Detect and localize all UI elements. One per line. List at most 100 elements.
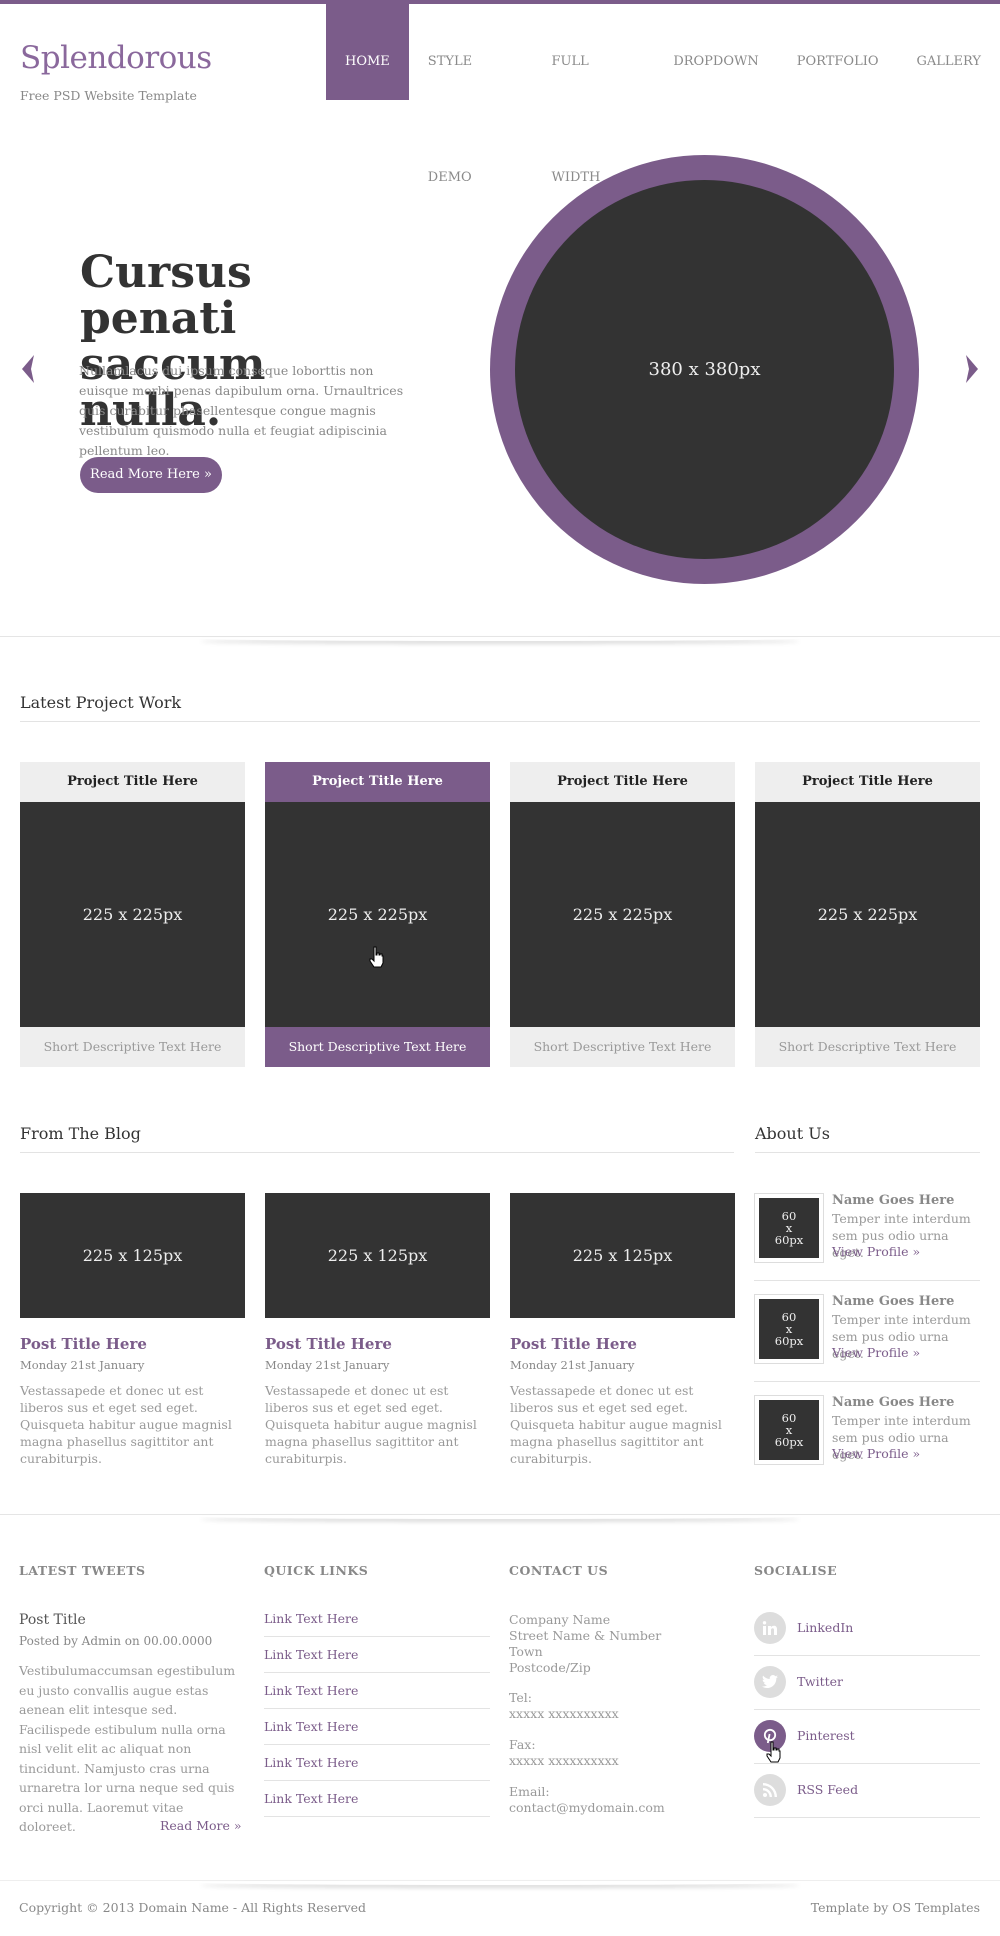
slider-prev-button[interactable] [18, 353, 38, 385]
project-caption: Short Descriptive Text Here [510, 1027, 735, 1067]
avatar-label-line: 60px [774, 1334, 804, 1348]
project-image-label: 225 x 225px [327, 905, 428, 924]
copyright-text: Copyright © 2013 Domain Name - All Right… [19, 1900, 367, 1915]
project-card[interactable]: Project Title Here 225 x 225px Short Des… [755, 762, 980, 1067]
project-image-label: 225 x 225px [82, 905, 183, 924]
project-card[interactable]: Project Title Here 225 x 225px Short Des… [20, 762, 245, 1067]
blog-post: 225 x 125px Post Title Here Monday 21st … [265, 1193, 490, 1467]
nav-portfolio[interactable]: PORTFOLIO [778, 4, 898, 100]
blog-post-title[interactable]: Post Title Here [20, 1335, 245, 1353]
social-item-rss[interactable]: RSS Feed [754, 1764, 980, 1818]
about-person: 60 x 60px Name Goes Here Temper inte inter… [754, 1294, 980, 1382]
avatar[interactable]: 60 x 60px [754, 1395, 824, 1465]
person-name: Name Goes Here [832, 1294, 955, 1309]
blog-post-image[interactable]: 225 x 125px [20, 1193, 245, 1318]
view-profile-link[interactable]: View Profile » [832, 1446, 920, 1461]
project-image: 225 x 225px [510, 802, 735, 1027]
quick-link[interactable]: Link Text Here [264, 1673, 490, 1709]
quick-link[interactable]: Link Text Here [264, 1709, 490, 1745]
chevron-right-icon [966, 355, 978, 383]
site-tagline: Free PSD Website Template [20, 88, 197, 103]
rss-icon [754, 1774, 786, 1806]
contact-town: Town [509, 1644, 543, 1659]
quick-link[interactable]: Link Text Here [264, 1745, 490, 1781]
hero-read-more-button[interactable]: Read More Here » [80, 457, 222, 493]
contact-email-label: Email: [509, 1784, 550, 1799]
avatar-label-line: 60px [774, 1233, 804, 1247]
project-title: Project Title Here [510, 762, 735, 802]
nav-full-width[interactable]: FULL WIDTH [532, 4, 654, 185]
blog-post-image-label: 225 x 125px [327, 1246, 428, 1265]
chevron-left-icon [22, 355, 34, 383]
contact-postcode: Postcode/Zip [509, 1660, 591, 1675]
blog-post-excerpt: Vestassapede et donec ut est liberos sus… [265, 1383, 477, 1466]
template-credit-link[interactable]: Template by OS Templates [811, 1900, 980, 1915]
project-image-label: 225 x 225px [817, 905, 918, 924]
contact-fax-label: Fax: [509, 1737, 536, 1752]
blog-heading-rule [20, 1152, 734, 1153]
blog-post-title[interactable]: Post Title Here [510, 1335, 735, 1353]
person-name: Name Goes Here [832, 1395, 955, 1410]
avatar[interactable]: 60 x 60px [754, 1294, 824, 1364]
hero-image: 380 x 380px [515, 180, 894, 559]
site-logo[interactable]: Splendorous [20, 40, 212, 76]
projects-heading-rule [20, 721, 980, 722]
nav-gallery[interactable]: GALLERY [898, 4, 1000, 100]
tweets-read-more-link[interactable]: Read More » [160, 1818, 242, 1833]
project-image: 225 x 225px [265, 802, 490, 1027]
quick-link[interactable]: Link Text Here [264, 1781, 490, 1817]
tweet-meta: Posted by Admin on 00.00.0000 [19, 1634, 213, 1648]
project-title: Project Title Here [20, 762, 245, 802]
social-label: Twitter [797, 1674, 844, 1689]
contact-fax: Fax: xxxxx xxxxxxxxxx [509, 1737, 739, 1769]
social-heading: SOCIALISE [754, 1563, 838, 1578]
hand-cursor-icon [766, 1741, 781, 1763]
blog-post-date: Monday 21st January [265, 1358, 390, 1372]
tweets-heading: LATEST TWEETS [19, 1563, 146, 1578]
social-item-linkedin[interactable]: LinkedIn [754, 1602, 980, 1656]
contact-tel: Tel: xxxxx xxxxxxxxxx [509, 1690, 739, 1722]
footer-divider [0, 1514, 1000, 1515]
avatar-label-line: 60px [774, 1435, 804, 1449]
nav-home[interactable]: HOME [326, 4, 409, 100]
contact-email-value[interactable]: contact@mydomain.com [509, 1800, 739, 1816]
blog-post-image[interactable]: 225 x 125px [510, 1193, 735, 1318]
blog-heading: From The Blog [20, 1124, 141, 1143]
blog-post-image-label: 225 x 125px [572, 1246, 673, 1265]
person-name: Name Goes Here [832, 1193, 955, 1208]
contact-heading: CONTACT US [509, 1563, 609, 1578]
project-card[interactable]: Project Title Here 225 x 225px Short Des… [265, 762, 490, 1067]
blog-post-date: Monday 21st January [510, 1358, 635, 1372]
copyright-divider [0, 1880, 1000, 1881]
hero-text: Nullamlacus dui ipsum conseque loborttis… [79, 363, 404, 458]
project-caption: Short Descriptive Text Here [20, 1027, 245, 1067]
nav-dropdown[interactable]: DROPDOWN [654, 4, 777, 100]
project-card[interactable]: Project Title Here 225 x 225px Short Des… [510, 762, 735, 1067]
tweet-title: Post Title [19, 1612, 86, 1628]
quick-link[interactable]: Link Text Here [264, 1637, 490, 1673]
blog-post-title[interactable]: Post Title Here [265, 1335, 490, 1353]
blog-post-excerpt: Vestassapede et donec ut est liberos sus… [20, 1383, 232, 1466]
hand-cursor-icon [369, 946, 384, 968]
contact-address: Company Name Street Name & Number Town P… [509, 1612, 739, 1676]
view-profile-link[interactable]: View Profile » [832, 1244, 920, 1259]
social-item-twitter[interactable]: Twitter [754, 1656, 980, 1710]
project-caption: Short Descriptive Text Here [265, 1027, 490, 1067]
quick-link[interactable]: Link Text Here [264, 1601, 490, 1637]
social-label: RSS Feed [797, 1782, 859, 1797]
social-item-pinterest[interactable]: Pinterest [754, 1710, 980, 1764]
contact-tel-label: Tel: [509, 1690, 532, 1705]
blog-post-date: Monday 21st January [20, 1358, 145, 1372]
slider-next-button[interactable] [962, 353, 982, 385]
quick-links-heading: QUICK LINKS [264, 1563, 369, 1578]
blog-post: 225 x 125px Post Title Here Monday 21st … [20, 1193, 245, 1467]
avatar[interactable]: 60 x 60px [754, 1193, 824, 1263]
project-image: 225 x 225px [755, 802, 980, 1027]
blog-post-image[interactable]: 225 x 125px [265, 1193, 490, 1318]
blog-post: 225 x 125px Post Title Here Monday 21st … [510, 1193, 735, 1467]
contact-tel-value: xxxxx xxxxxxxxxx [509, 1706, 619, 1721]
view-profile-link[interactable]: View Profile » [832, 1345, 920, 1360]
nav-style-demo[interactable]: STYLE DEMO [409, 4, 533, 185]
tweet-text: Vestibulumaccumsan egestibulum eu justo … [19, 1663, 236, 1834]
about-person: 60 x 60px Name Goes Here Temper inte inter… [754, 1395, 980, 1483]
